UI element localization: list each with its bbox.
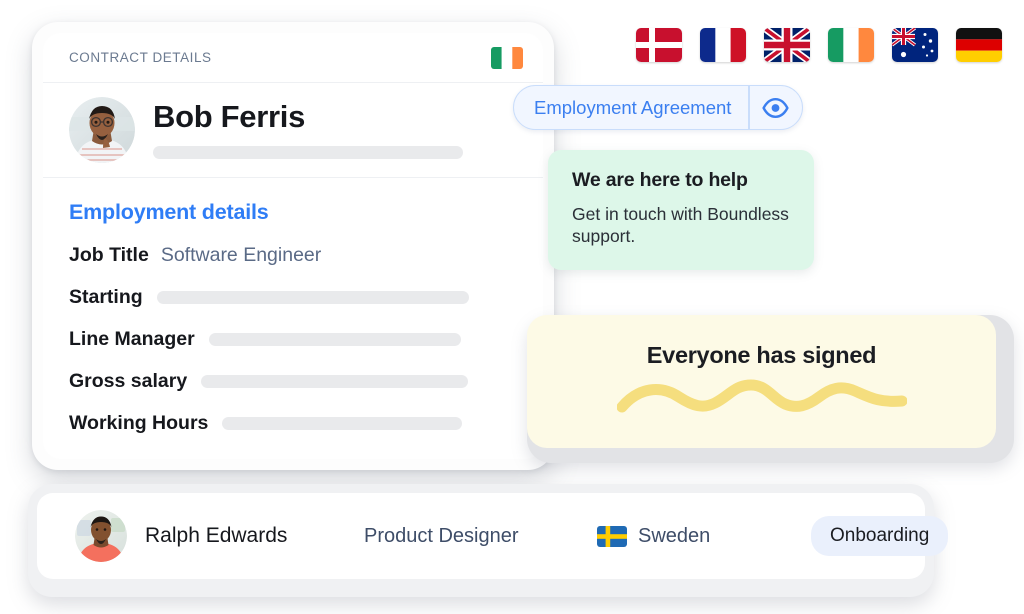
employment-agreement-pill[interactable]: Employment Agreement	[513, 85, 803, 130]
detail-row-starting: Starting	[69, 286, 517, 309]
detail-label: Job Title	[69, 244, 149, 266]
employment-agreement-label: Employment Agreement	[534, 96, 732, 118]
flag-ireland	[828, 28, 874, 62]
person-subtitle-placeholder	[153, 146, 463, 160]
detail-value-job-title: Software Engineer	[160, 244, 322, 266]
detail-label: Line Manager	[69, 328, 195, 350]
support-help-card: We are here to help Get in touch with Bo…	[548, 150, 814, 270]
employment-details-title: Employment details	[69, 200, 269, 224]
everyone-signed-card: Everyone has signed	[527, 315, 1014, 463]
status-badge[interactable]: Onboarding	[811, 516, 949, 556]
detail-row-job-title: Job Title Software Engineer	[69, 244, 517, 267]
flag-ireland-icon	[491, 46, 523, 69]
detail-value-placeholder	[208, 333, 461, 346]
flag-united-kingdom	[764, 28, 810, 62]
signed-card-title: Everyone has signed	[646, 342, 877, 368]
country-flags-row	[636, 28, 1002, 62]
detail-value-placeholder	[222, 417, 463, 430]
detail-label: Working Hours	[69, 412, 209, 434]
flag-australia	[892, 28, 938, 62]
eye-icon[interactable]	[750, 86, 802, 129]
avatar-ralph-edwards	[75, 510, 127, 562]
detail-row-working-hours: Working Hours	[69, 412, 517, 435]
employee-role: Product Designer	[364, 524, 519, 547]
help-card-title: We are here to help	[572, 169, 748, 191]
employee-name: Ralph Edwards	[145, 524, 288, 547]
flag-france	[700, 28, 746, 62]
screenshot-root: CONTRACT DETAILS Bob Ferris Employment d…	[0, 0, 1024, 614]
contract-card-header: CONTRACT DETAILS	[43, 33, 543, 83]
detail-row-line-manager: Line Manager	[69, 328, 517, 351]
squiggle-signature-icon	[616, 379, 907, 415]
person-name: Bob Ferris	[153, 98, 306, 134]
detail-row-gross-salary: Gross salary	[69, 370, 517, 393]
flag-germany	[956, 28, 1002, 62]
flag-denmark	[636, 28, 682, 62]
contract-person-row: Bob Ferris	[43, 83, 543, 178]
employee-summary-row: Ralph Edwards Product Designer Sweden On…	[28, 484, 949, 597]
employee-country: Sweden	[597, 525, 710, 548]
employee-country-name: Sweden	[638, 524, 711, 547]
detail-value-placeholder	[156, 291, 469, 304]
detail-label: Gross salary	[69, 370, 188, 392]
contract-details-card: CONTRACT DETAILS Bob Ferris Employment d…	[32, 22, 554, 470]
help-card-body: Get in touch with Boundless support.	[572, 204, 789, 247]
employment-details-section: Employment details Job Title Software En…	[43, 178, 543, 435]
flag-sweden-icon	[597, 525, 627, 547]
detail-label: Starting	[69, 286, 143, 308]
contract-card-title: CONTRACT DETAILS	[69, 50, 212, 65]
detail-value-placeholder	[201, 375, 469, 388]
avatar-bob-ferris	[69, 97, 135, 163]
